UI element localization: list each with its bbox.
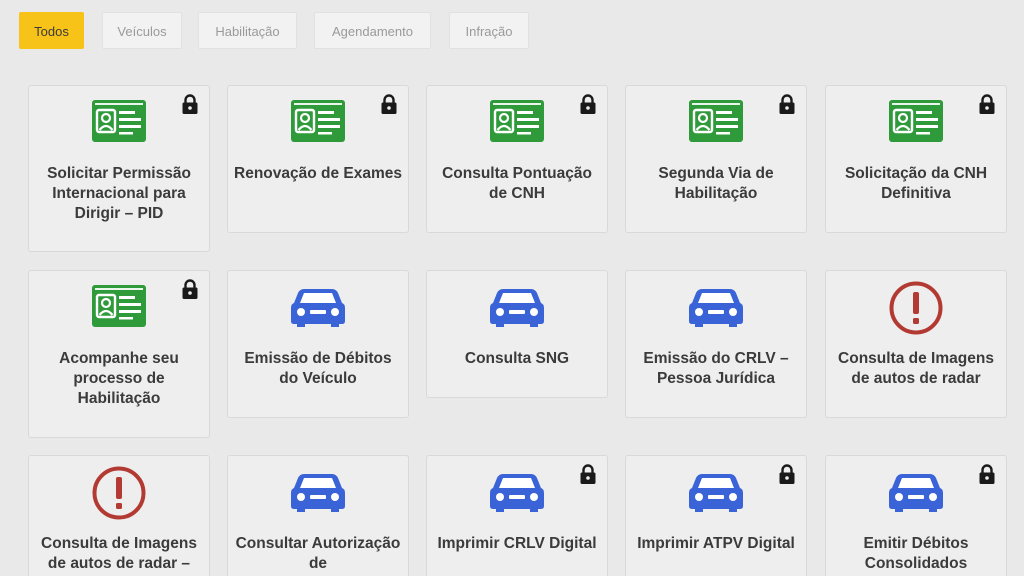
service-card[interactable]: Consulta Pontuação de CNH: [426, 85, 608, 233]
service-card[interactable]: Imprimir CRLV Digital: [426, 455, 608, 576]
service-card[interactable]: Emitir Débitos Consolidados: [825, 455, 1007, 576]
filter-todos[interactable]: Todos: [19, 12, 84, 49]
service-card[interactable]: Consulta de Imagens de autos de radar: [825, 270, 1007, 418]
license-card-icon: [489, 98, 545, 144]
service-card-label: Consulta Pontuação de CNH: [442, 165, 592, 202]
lock-icon: [579, 463, 597, 485]
service-card-label: Segunda Via de Habilitação: [658, 165, 774, 202]
filter-infracao[interactable]: Infração: [449, 12, 529, 49]
car-icon: [290, 468, 346, 514]
lock-icon: [579, 93, 597, 115]
license-card-icon: [91, 283, 147, 329]
services-page: Todos Veículos Habilitação Agendamento I…: [0, 0, 1024, 576]
service-card[interactable]: Consultar Autorização de: [227, 455, 409, 576]
service-card-label: Consulta de Imagens de autos de radar –: [41, 535, 197, 572]
car-icon: [688, 468, 744, 514]
car-icon: [888, 468, 944, 514]
service-card-label: Emissão de Débitos do Veículo: [244, 350, 392, 387]
lock-icon: [181, 93, 199, 115]
service-card[interactable]: Segunda Via de Habilitação: [625, 85, 807, 233]
service-card-label: Emissão do CRLV – Pessoa Jurídica: [643, 350, 789, 387]
service-card-label: Solicitação da CNH Definitiva: [844, 165, 988, 202]
service-card[interactable]: Solicitar Permissão Internacional para D…: [28, 85, 210, 252]
filter-habilitacao[interactable]: Habilitação: [198, 12, 297, 49]
license-card-icon: [888, 98, 944, 144]
service-card-label: Acompanhe seu processo de Habilitação: [59, 350, 179, 407]
lock-icon: [978, 463, 996, 485]
filter-veiculos[interactable]: Veículos: [102, 12, 182, 49]
service-card[interactable]: Emissão do CRLV – Pessoa Jurídica: [625, 270, 807, 418]
alert-icon: [888, 280, 944, 336]
lock-icon: [778, 463, 796, 485]
service-card-label: Consulta SNG: [464, 350, 570, 367]
license-card-icon: [91, 98, 147, 144]
service-card[interactable]: Acompanhe seu processo de Habilitação: [28, 270, 210, 438]
car-icon: [688, 283, 744, 329]
service-card[interactable]: Solicitação da CNH Definitiva: [825, 85, 1007, 233]
car-icon: [489, 283, 545, 329]
lock-icon: [778, 93, 796, 115]
service-card-label: Solicitar Permissão Internacional para D…: [47, 165, 191, 222]
service-card-label: Consultar Autorização de: [235, 535, 401, 572]
service-card[interactable]: Emissão de Débitos do Veículo: [227, 270, 409, 418]
service-card[interactable]: Imprimir ATPV Digital: [625, 455, 807, 576]
service-card[interactable]: Renovação de Exames: [227, 85, 409, 233]
lock-icon: [978, 93, 996, 115]
license-card-icon: [688, 98, 744, 144]
lock-icon: [181, 278, 199, 300]
service-card-label: Emitir Débitos Consolidados: [863, 535, 969, 572]
service-card[interactable]: Consulta SNG: [426, 270, 608, 398]
car-icon: [489, 468, 545, 514]
lock-icon: [380, 93, 398, 115]
service-card-label: Renovação de Exames: [234, 165, 403, 182]
car-icon: [290, 283, 346, 329]
service-card-label: Imprimir ATPV Digital: [637, 535, 795, 552]
alert-icon: [91, 465, 147, 521]
license-card-icon: [290, 98, 346, 144]
service-card-label: Consulta de Imagens de autos de radar: [838, 350, 994, 387]
filter-agendamento[interactable]: Agendamento: [314, 12, 431, 49]
service-card-label: Imprimir CRLV Digital: [437, 535, 597, 552]
service-card[interactable]: Consulta de Imagens de autos de radar –: [28, 455, 210, 576]
